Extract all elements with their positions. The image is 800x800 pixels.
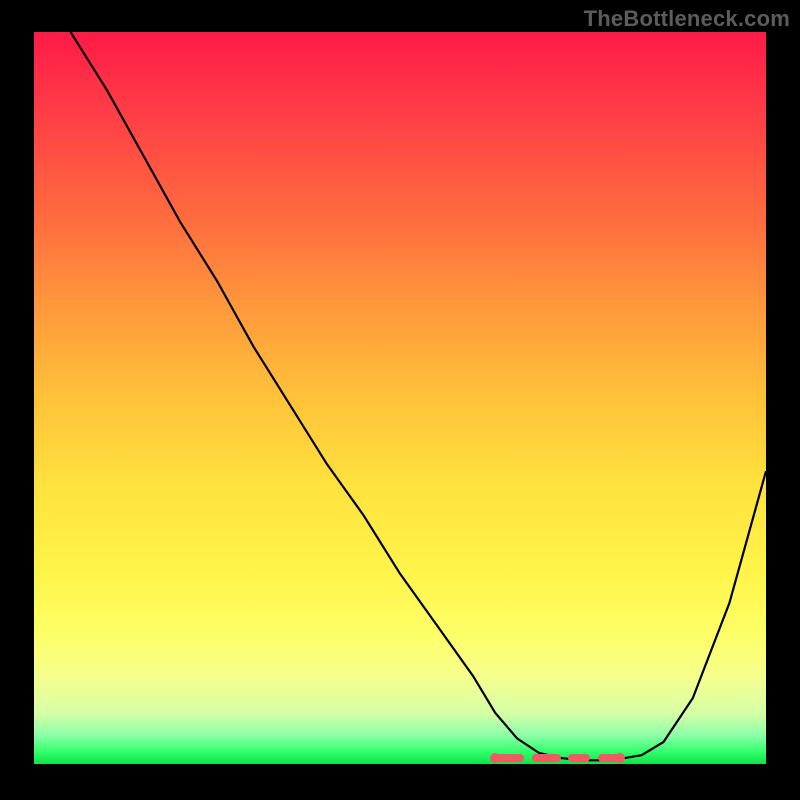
gradient-plot [34,32,766,764]
optimal-zone-markers [34,32,766,764]
watermark-text: TheBottleneck.com [584,6,790,32]
